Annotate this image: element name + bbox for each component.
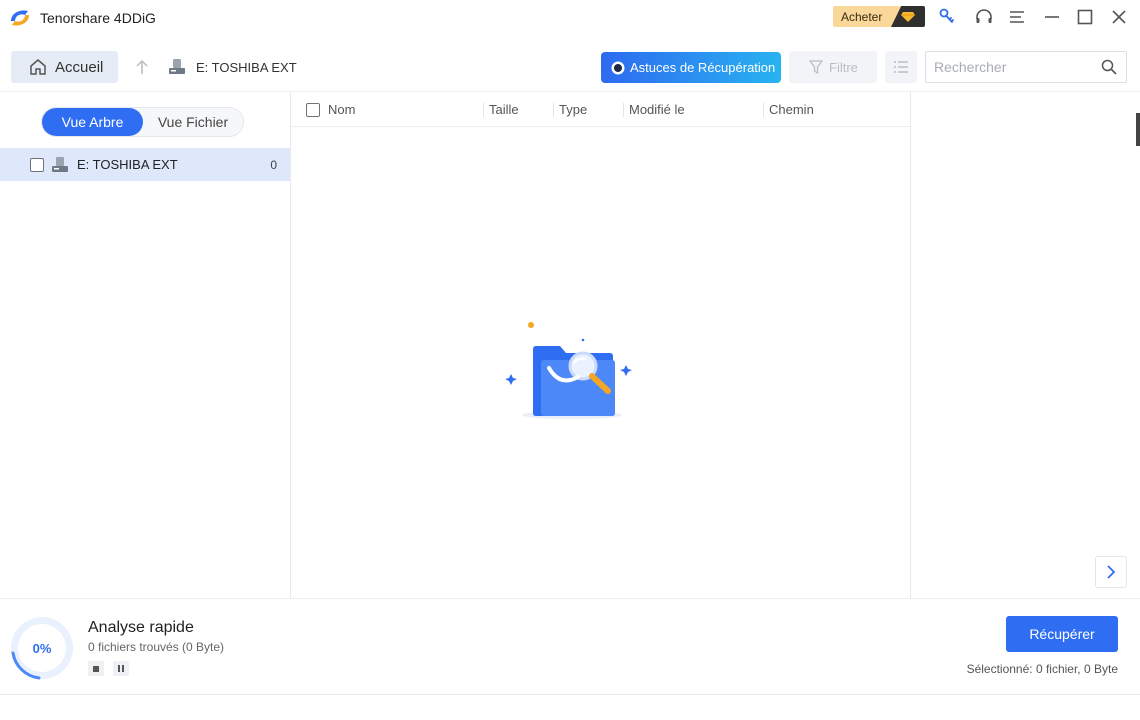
headset-icon[interactable] xyxy=(973,6,995,28)
column-size[interactable]: Taille xyxy=(489,92,519,127)
home-icon xyxy=(30,59,46,75)
drive-icon xyxy=(52,156,68,172)
select-all-checkbox[interactable] xyxy=(306,102,320,117)
panel-divider xyxy=(290,92,291,598)
app-title: Tenorshare 4DDiG xyxy=(40,10,156,26)
list-view-icon[interactable] xyxy=(885,51,917,83)
column-name[interactable]: Nom xyxy=(306,92,355,127)
chat-bubble-icon xyxy=(611,61,625,74)
window-bottom-border xyxy=(0,694,1140,695)
recover-button[interactable]: Récupérer xyxy=(1006,616,1118,652)
chevron-right-icon[interactable] xyxy=(1095,556,1127,588)
search-box xyxy=(925,51,1127,83)
pause-icon[interactable] xyxy=(113,661,129,676)
column-type[interactable]: Type xyxy=(559,92,587,127)
home-label: Accueil xyxy=(55,58,104,76)
breadcrumb-drive[interactable]: E: TOSHIBA EXT xyxy=(168,56,297,78)
recovery-tips-label: Astuces de Récupération xyxy=(630,60,776,75)
recovery-tips-button[interactable]: Astuces de Récupération xyxy=(601,52,781,83)
home-button[interactable]: Accueil xyxy=(11,51,118,83)
status-divider xyxy=(0,598,1140,599)
stop-icon[interactable] xyxy=(88,661,104,676)
selected-summary: Sélectionné: 0 fichier, 0 Byte xyxy=(966,662,1118,676)
window-edge-bar xyxy=(1136,113,1140,146)
filter-label: Filtre xyxy=(829,59,858,75)
tree-item-count: 0 xyxy=(270,157,277,172)
progress-percent: 0% xyxy=(32,640,52,656)
tree-item-checkbox[interactable] xyxy=(30,157,44,172)
scan-files-found: 0 fichiers trouvés (0 Byte) xyxy=(88,640,225,654)
file-table-header: Nom Taille Type Modifié le Chemin xyxy=(291,92,910,127)
view-toggle: Vue Arbre Vue Fichier xyxy=(41,107,244,137)
tab-file-view[interactable]: Vue Fichier xyxy=(143,108,243,136)
column-modified[interactable]: Modifié le xyxy=(629,92,685,127)
preview-pane xyxy=(911,92,1140,598)
buy-label: Acheter xyxy=(841,9,883,24)
column-path[interactable]: Chemin xyxy=(769,92,814,127)
scan-title: Analyse rapide xyxy=(88,619,194,636)
tree-item-label: E: TOSHIBA EXT xyxy=(77,157,178,172)
maximize-icon[interactable] xyxy=(1074,6,1096,28)
column-separator[interactable] xyxy=(623,103,624,117)
drive-label: E: TOSHIBA EXT xyxy=(196,59,297,75)
column-name-label: Nom xyxy=(328,102,356,117)
column-separator[interactable] xyxy=(553,103,554,117)
buy-button[interactable]: Acheter xyxy=(833,6,925,27)
search-icon[interactable] xyxy=(1101,59,1117,75)
empty-folder-search-illustration xyxy=(505,322,632,419)
up-arrow-icon[interactable] xyxy=(132,56,152,78)
search-input[interactable] xyxy=(934,59,1099,75)
filter-button[interactable]: Filtre xyxy=(789,51,877,83)
tree-item-drive[interactable]: E: TOSHIBA EXT 0 xyxy=(0,148,290,181)
close-icon[interactable] xyxy=(1108,6,1130,28)
funnel-icon xyxy=(809,60,823,74)
hamburger-menu-icon[interactable] xyxy=(1006,6,1028,28)
app-logo-icon xyxy=(11,10,29,26)
minimize-icon[interactable] xyxy=(1041,6,1063,28)
key-icon[interactable] xyxy=(936,6,958,28)
title-bar: Tenorshare 4DDiG Acheter xyxy=(0,0,1140,36)
drive-icon xyxy=(169,59,185,74)
tab-tree-view[interactable]: Vue Arbre xyxy=(42,108,143,136)
column-separator[interactable] xyxy=(763,103,764,117)
column-separator[interactable] xyxy=(483,103,484,117)
